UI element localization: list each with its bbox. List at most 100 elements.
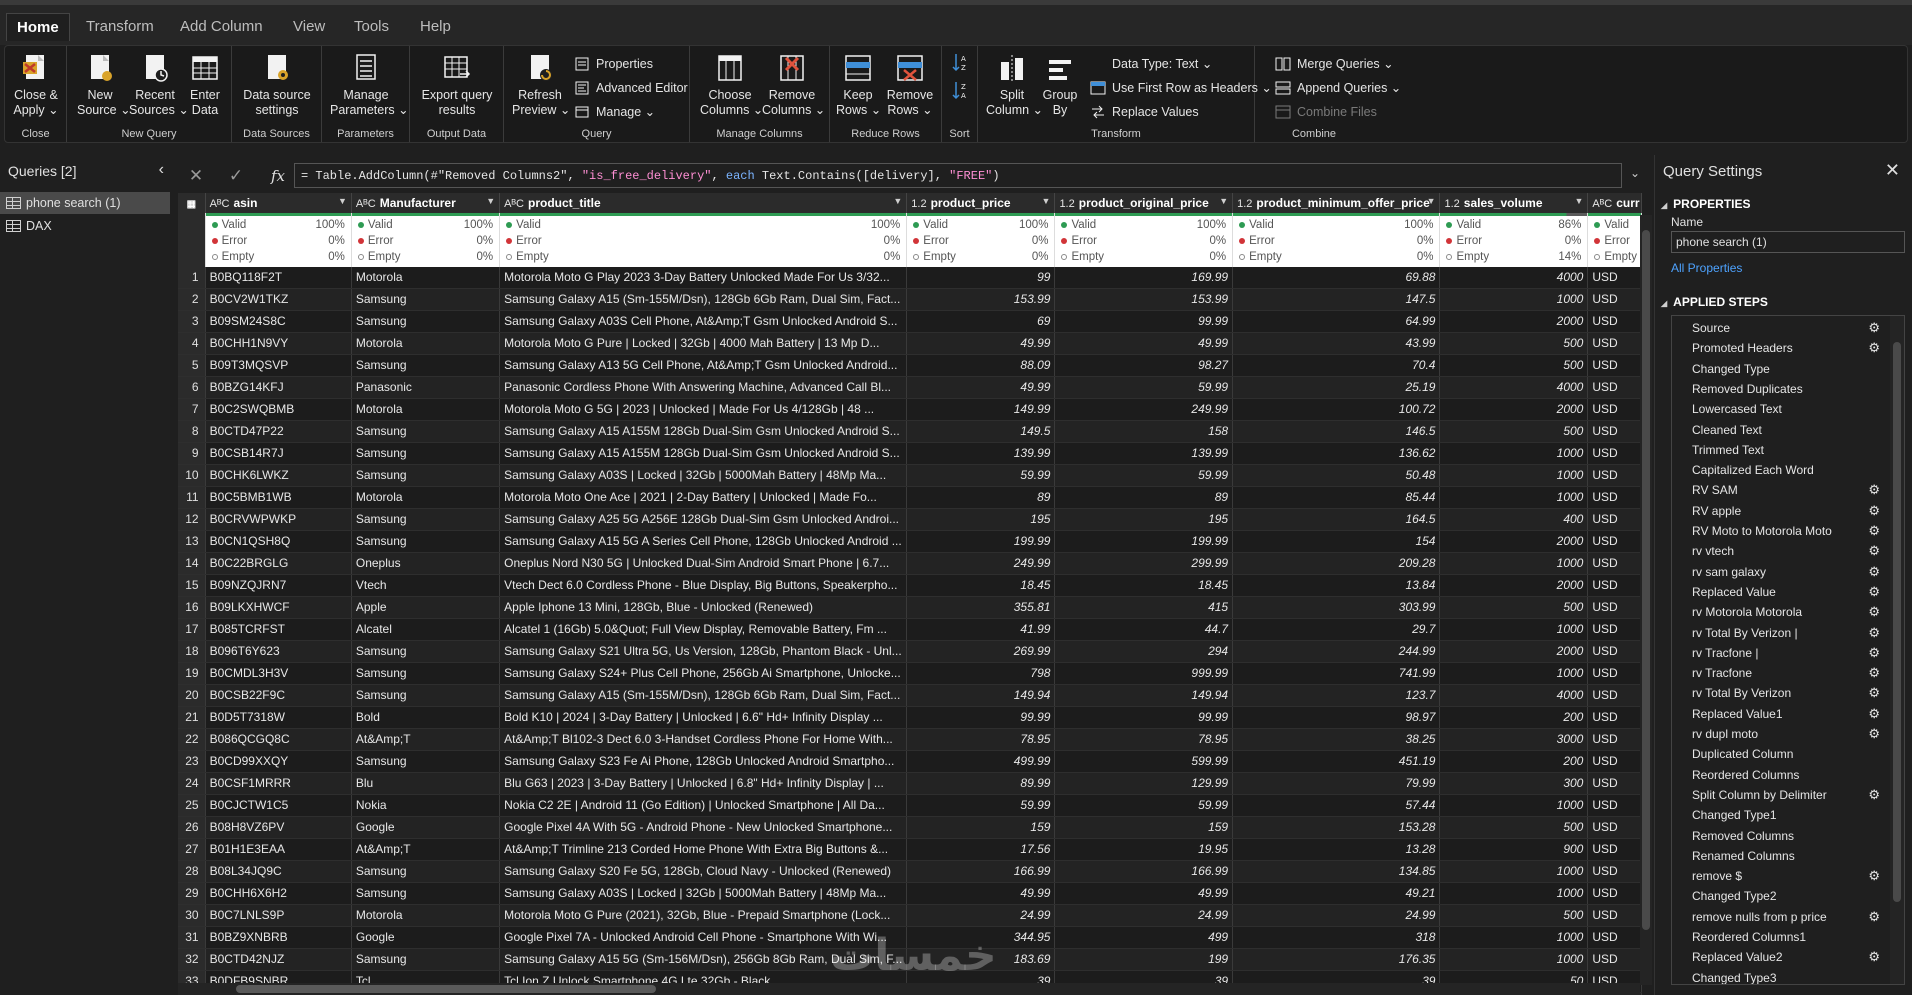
column-header-manufacturer[interactable]: AᴮC Manufacturer ▼ [351,193,501,213]
table-cell[interactable]: B0CTD47P22 [205,420,352,443]
table-cell[interactable]: B09NZQJRN7 [205,574,352,597]
table-cell[interactable]: B0CV2W1TKZ [205,288,352,311]
table-cell[interactable]: 4000 [1439,267,1589,289]
table-cell[interactable]: 1000 [1439,662,1589,685]
table-cell[interactable]: 500 [1439,354,1589,377]
column-header-sales-volume[interactable]: 1.2 sales_volume ▼ [1439,193,1589,213]
table-menu-icon[interactable]: ▦ [187,199,196,210]
table-cell[interactable]: 100.72 [1232,398,1441,421]
row-index[interactable]: 25 [178,794,206,817]
cancel-formula-icon[interactable]: ✕ [182,164,210,188]
table-row[interactable]: 30 B0C7LNLS9P Motorola Motorola Moto G Pure… [178,904,1642,927]
gear-icon[interactable]: ⚙ [1868,521,1880,541]
row-index[interactable]: 9 [178,442,206,465]
table-cell[interactable]: 1000 [1439,552,1589,575]
table-cell[interactable]: 599.99 [1054,750,1234,773]
table-row[interactable]: 6 B0BZG14KFJ Panasonic Panasonic Cordless P… [178,376,1642,399]
table-cell[interactable]: Samsung [351,464,501,487]
applied-step[interactable]: remove nulls from p price ⚙ [1672,907,1884,927]
gear-icon[interactable]: ⚙ [1868,947,1880,967]
applied-step[interactable]: Changed Type1 [1672,805,1884,825]
scrollbar-thumb[interactable] [1893,342,1901,902]
table-cell[interactable]: Blu [351,772,501,795]
table-cell[interactable]: 85.44 [1232,486,1441,509]
applied-step[interactable]: Promoted Headers ⚙ [1672,338,1884,358]
use-first-row-headers-button[interactable]: Use First Row as Headers ⌄ [1088,78,1272,98]
applied-step[interactable]: Changed Type2 [1672,886,1884,906]
table-cell[interactable]: USD [1587,882,1642,905]
table-cell[interactable]: Samsung [351,750,501,773]
table-cell[interactable]: Google Pixel 4A With 5G - Android Phone … [499,816,908,839]
table-cell[interactable]: 153.99 [1054,288,1234,311]
table-cell[interactable]: B0CD99XXQY [205,750,352,773]
table-row[interactable]: 5 B09T3MQSVP Samsung Samsung Galaxy A13 5G … [178,354,1642,377]
table-cell[interactable]: 49.21 [1232,882,1441,905]
enter-data-button[interactable]: Enter Data [185,50,225,118]
table-cell[interactable]: 1000 [1439,794,1589,817]
table-cell[interactable]: USD [1587,530,1642,553]
table-cell[interactable]: Motorola Moto G 5G | 2023 | Unlocked | M… [499,398,908,421]
table-cell[interactable]: USD [1587,464,1642,487]
table-cell[interactable]: 139.99 [906,442,1056,465]
table-cell[interactable]: 269.99 [906,640,1056,663]
table-cell[interactable]: 195 [1054,508,1234,531]
table-cell[interactable]: 146.5 [1232,420,1441,443]
applied-step[interactable]: Source ⚙ [1672,318,1884,338]
remove-columns-button[interactable]: Remove Columns ⌄ [762,50,825,118]
table-cell[interactable]: Samsung [351,288,501,311]
table-cell[interactable]: 49.99 [906,882,1056,905]
row-index[interactable]: 7 [178,398,206,421]
table-row[interactable]: 4 B0CHH1N9VY Motorola Motorola Moto G Pure … [178,332,1642,355]
gear-icon[interactable]: ⚙ [1868,318,1880,338]
column-type-icon[interactable]: AᴮC [1592,198,1612,210]
sort-ascending-icon[interactable]: AZ [950,52,970,72]
table-cell[interactable]: Motorola Moto One Ace | 2021 | 2-Day Bat… [499,486,908,509]
table-cell[interactable]: 1000 [1439,948,1589,971]
table-cell[interactable]: 169.99 [1054,267,1234,289]
table-cell[interactable]: 50.48 [1232,464,1441,487]
table-cell[interactable]: USD [1587,442,1642,465]
table-cell[interactable]: Samsung Galaxy A15 5G A Series Cell Phon… [499,530,908,553]
table-cell[interactable]: Samsung [351,354,501,377]
select-all-corner[interactable]: ▦ [178,193,206,213]
table-cell[interactable]: 158 [1054,420,1234,443]
table-cell[interactable]: USD [1587,948,1642,971]
row-index[interactable]: 5 [178,354,206,377]
row-index[interactable]: 19 [178,662,206,685]
gear-icon[interactable]: ⚙ [1868,541,1880,561]
table-cell[interactable]: 98.27 [1054,354,1234,377]
tab-view[interactable]: View [283,13,335,41]
applied-step[interactable]: Reordered Columns1 [1672,927,1884,947]
row-index[interactable]: 18 [178,640,206,663]
table-cell[interactable]: USD [1587,794,1642,817]
column-type-icon[interactable]: AᴮC [210,198,230,210]
table-cell[interactable]: B0C5BMB1WB [205,486,352,509]
table-cell[interactable]: 149.5 [906,420,1056,443]
row-index[interactable]: 30 [178,904,206,927]
gear-icon[interactable]: ⚙ [1868,704,1880,724]
table-cell[interactable]: B0BQ118F2T [205,267,352,289]
append-queries-button[interactable]: Append Queries ⌄ [1273,78,1401,98]
table-cell[interactable]: USD [1587,596,1642,619]
table-cell[interactable]: B0CRVWPWKP [205,508,352,531]
keep-rows-button[interactable]: Keep Rows ⌄ [836,50,881,118]
table-cell[interactable]: 153.28 [1232,816,1441,839]
query-name-input[interactable]: phone search (1) [1671,231,1905,253]
row-index[interactable]: 13 [178,530,206,553]
applied-step[interactable]: Duplicated Column [1672,744,1884,764]
table-cell[interactable]: 18.45 [906,574,1056,597]
applied-step[interactable]: Trimmed Text [1672,440,1884,460]
table-cell[interactable]: Samsung Galaxy A03S Cell Phone, At&Amp;T… [499,310,908,333]
formula-input[interactable]: = Table.AddColumn(#"Removed Columns2", "… [294,163,1622,188]
table-cell[interactable]: 200 [1439,706,1589,729]
table-cell[interactable]: 164.5 [1232,508,1441,531]
table-cell[interactable]: 798 [906,662,1056,685]
table-cell[interactable]: 43.99 [1232,332,1441,355]
row-index[interactable]: 3 [178,310,206,333]
applied-step[interactable]: Replaced Value ⚙ [1672,582,1884,602]
table-cell[interactable]: 166.99 [906,860,1056,883]
table-cell[interactable]: 499.99 [906,750,1056,773]
table-cell[interactable]: 451.19 [1232,750,1441,773]
row-index[interactable]: 28 [178,860,206,883]
table-cell[interactable]: USD [1587,267,1642,289]
